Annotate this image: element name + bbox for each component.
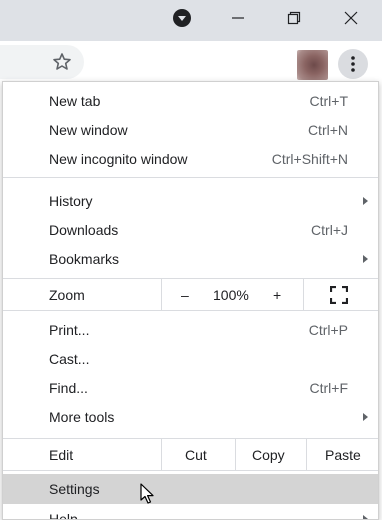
cut-button[interactable]: Cut bbox=[185, 447, 207, 463]
menu-separator bbox=[3, 310, 378, 311]
menu-separator bbox=[3, 470, 378, 471]
browser-toolbar bbox=[0, 41, 382, 82]
menu-item-downloads[interactable]: Downloads Ctrl+J bbox=[3, 215, 378, 244]
menu-item-label: Downloads bbox=[49, 221, 119, 238]
menu-item-shortcut: Ctrl+N bbox=[307, 121, 348, 138]
zoom-divider bbox=[303, 279, 304, 310]
zoom-label: Zoom bbox=[49, 286, 85, 303]
bookmark-star-button[interactable] bbox=[50, 50, 74, 74]
restore-button[interactable] bbox=[278, 0, 310, 35]
restore-icon bbox=[287, 11, 301, 24]
edit-divider bbox=[306, 439, 307, 470]
menu-item-new-tab[interactable]: New tab Ctrl+T bbox=[3, 86, 378, 115]
submenu-arrow-icon bbox=[363, 514, 368, 519]
menu-item-label: History bbox=[49, 192, 93, 209]
fullscreen-button[interactable] bbox=[329, 285, 349, 304]
zoom-level: 100% bbox=[213, 286, 249, 303]
edit-label: Edit bbox=[49, 446, 74, 463]
profile-dropdown-button[interactable] bbox=[168, 0, 196, 35]
edit-divider bbox=[161, 439, 162, 470]
menu-separator bbox=[3, 177, 378, 178]
menu-item-print[interactable]: Print... Ctrl+P bbox=[3, 315, 378, 344]
menu-item-shortcut: Ctrl+J bbox=[311, 221, 348, 238]
menu-item-label: Help bbox=[49, 510, 78, 520]
submenu-arrow-icon bbox=[363, 412, 368, 421]
avatar[interactable] bbox=[297, 50, 328, 80]
menu-item-shortcut: Ctrl+F bbox=[309, 379, 349, 396]
menu-item-find[interactable]: Find... Ctrl+F bbox=[3, 373, 378, 402]
star-outline-icon bbox=[53, 53, 71, 70]
menu-item-label: Bookmarks bbox=[49, 250, 120, 267]
title-bar bbox=[0, 0, 382, 41]
menu-zoom-row: Zoom – 100% + bbox=[3, 279, 378, 310]
menu-item-shortcut: Ctrl+Shift+N bbox=[271, 150, 348, 167]
menu-item-label: More tools bbox=[49, 408, 115, 425]
menu-item-label: Cast... bbox=[49, 350, 90, 367]
menu-item-help[interactable]: Help bbox=[3, 504, 378, 520]
menu-item-new-incognito-window[interactable]: New incognito window Ctrl+Shift+N bbox=[3, 144, 378, 173]
menu-item-label: Find... bbox=[49, 379, 88, 396]
copy-button[interactable]: Copy bbox=[252, 447, 285, 463]
minimize-button[interactable] bbox=[222, 0, 254, 35]
three-dot-vertical-icon bbox=[351, 56, 355, 72]
menu-item-label: Settings bbox=[49, 481, 100, 497]
menu-item-label: Print... bbox=[49, 321, 90, 338]
menu-item-label: New incognito window bbox=[49, 150, 188, 167]
menu-item-cast[interactable]: Cast... bbox=[3, 344, 378, 373]
close-icon bbox=[344, 11, 358, 24]
fullscreen-icon bbox=[329, 285, 349, 304]
menu-item-shortcut: Ctrl+P bbox=[308, 321, 348, 338]
submenu-arrow-icon bbox=[363, 254, 368, 263]
menu-item-label: New window bbox=[49, 121, 128, 138]
edit-divider bbox=[235, 439, 236, 470]
menu-item-label: New tab bbox=[49, 92, 101, 109]
close-button[interactable] bbox=[335, 0, 367, 35]
menu-item-settings[interactable]: Settings bbox=[3, 474, 378, 504]
paste-button[interactable]: Paste bbox=[325, 447, 361, 463]
chrome-menu-button[interactable] bbox=[338, 49, 368, 79]
menu-item-bookmarks[interactable]: Bookmarks bbox=[3, 244, 378, 273]
caret-down-circle-icon bbox=[173, 8, 191, 27]
minimize-icon bbox=[232, 16, 244, 19]
menu-item-history[interactable]: History bbox=[3, 186, 378, 215]
menu-item-more-tools[interactable]: More tools bbox=[3, 402, 378, 431]
zoom-divider bbox=[161, 279, 162, 310]
zoom-in-button[interactable]: + bbox=[273, 287, 281, 303]
menu-item-shortcut: Ctrl+T bbox=[309, 92, 349, 109]
zoom-out-button[interactable]: – bbox=[181, 287, 189, 303]
menu-edit-row: Edit Cut Copy Paste bbox=[3, 439, 378, 470]
mouse-cursor-icon bbox=[140, 483, 154, 504]
submenu-arrow-icon bbox=[363, 196, 368, 205]
chrome-menu: New tab Ctrl+T New window Ctrl+N New inc… bbox=[2, 81, 379, 520]
menu-item-new-window[interactable]: New window Ctrl+N bbox=[3, 115, 378, 144]
